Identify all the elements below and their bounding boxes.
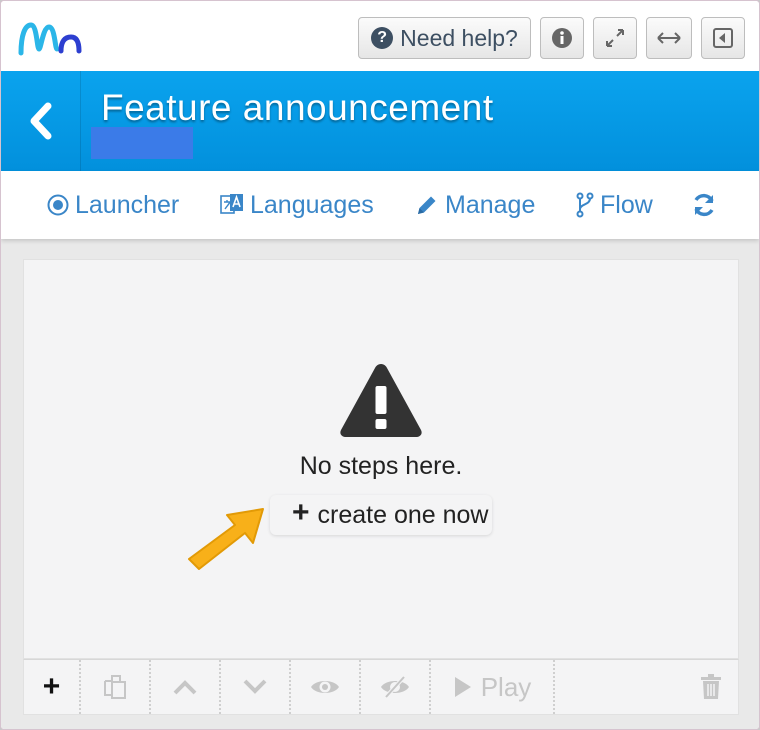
move-step-down-button[interactable] — [221, 660, 291, 714]
text-selection-highlight — [91, 127, 193, 159]
nav-manage-label: Manage — [445, 190, 536, 219]
add-step-button[interactable]: + — [24, 660, 81, 714]
expand-button[interactable] — [593, 17, 637, 59]
steps-area: No steps here. + create one now + Play — [1, 239, 759, 729]
collapse-panel-icon — [713, 28, 733, 48]
need-help-label: Need help? — [400, 24, 518, 51]
translate-icon — [220, 194, 243, 214]
flow-header: Feature announcement — [1, 71, 759, 171]
page-title[interactable]: Feature announcement — [101, 87, 494, 129]
eye-icon — [311, 681, 339, 693]
play-icon — [454, 677, 471, 697]
delete-step-button[interactable] — [684, 660, 738, 714]
create-step-button[interactable]: + create one now — [270, 495, 492, 535]
back-button[interactable] — [1, 71, 81, 171]
nav-manage[interactable]: Manage — [415, 171, 535, 239]
collapse-panel-button[interactable] — [701, 17, 745, 59]
target-icon — [47, 194, 69, 216]
nav-languages[interactable]: Languages — [220, 171, 374, 239]
chevron-left-icon — [30, 102, 51, 140]
pointer-arrow-icon — [188, 508, 264, 570]
pencil-icon — [418, 196, 436, 214]
arrows-horizontal-icon — [657, 32, 681, 44]
nav-flow[interactable]: Flow — [576, 171, 653, 239]
nav-launcher[interactable]: Launcher — [47, 171, 179, 239]
hide-step-button[interactable] — [361, 660, 431, 714]
toggle-width-button[interactable] — [646, 17, 692, 59]
steps-toolbar: + Play — [23, 659, 739, 715]
need-help-button[interactable]: ? Need help? — [358, 17, 531, 59]
duplicate-step-button[interactable] — [81, 660, 151, 714]
chevron-down-icon — [243, 679, 267, 694]
eye-slash-icon — [381, 675, 409, 699]
play-button[interactable]: Play — [431, 660, 555, 714]
warning-triangle-icon — [340, 364, 422, 437]
chevron-up-icon — [173, 680, 197, 695]
info-circle-icon — [552, 28, 572, 48]
refresh-icon — [694, 193, 714, 217]
question-circle-icon: ? — [371, 27, 394, 49]
branch-icon — [576, 192, 594, 218]
create-step-label: create one now — [317, 500, 489, 529]
trash-icon — [701, 674, 721, 699]
nav-launcher-label: Launcher — [75, 190, 180, 219]
nav-flow-label: Flow — [600, 190, 653, 219]
copy-icon — [104, 675, 126, 699]
flow-nav: Launcher Languages Manage Flow — [1, 171, 759, 239]
top-bar: ? Need help? — [1, 1, 759, 71]
app-window: ? Need help? Feature announcement Launch… — [0, 0, 760, 730]
plus-icon: + — [292, 496, 310, 529]
show-step-button[interactable] — [291, 660, 361, 714]
mn-logo-icon — [18, 22, 82, 56]
empty-state-message: No steps here. — [299, 452, 463, 480]
expand-icon — [606, 29, 624, 47]
plus-icon: + — [42, 670, 61, 703]
steps-panel: No steps here. + create one now — [23, 259, 739, 659]
play-label: Play — [480, 671, 532, 702]
move-step-up-button[interactable] — [151, 660, 221, 714]
nav-languages-label: Languages — [250, 190, 374, 219]
refresh-button[interactable] — [691, 171, 717, 239]
info-button[interactable] — [540, 17, 584, 59]
